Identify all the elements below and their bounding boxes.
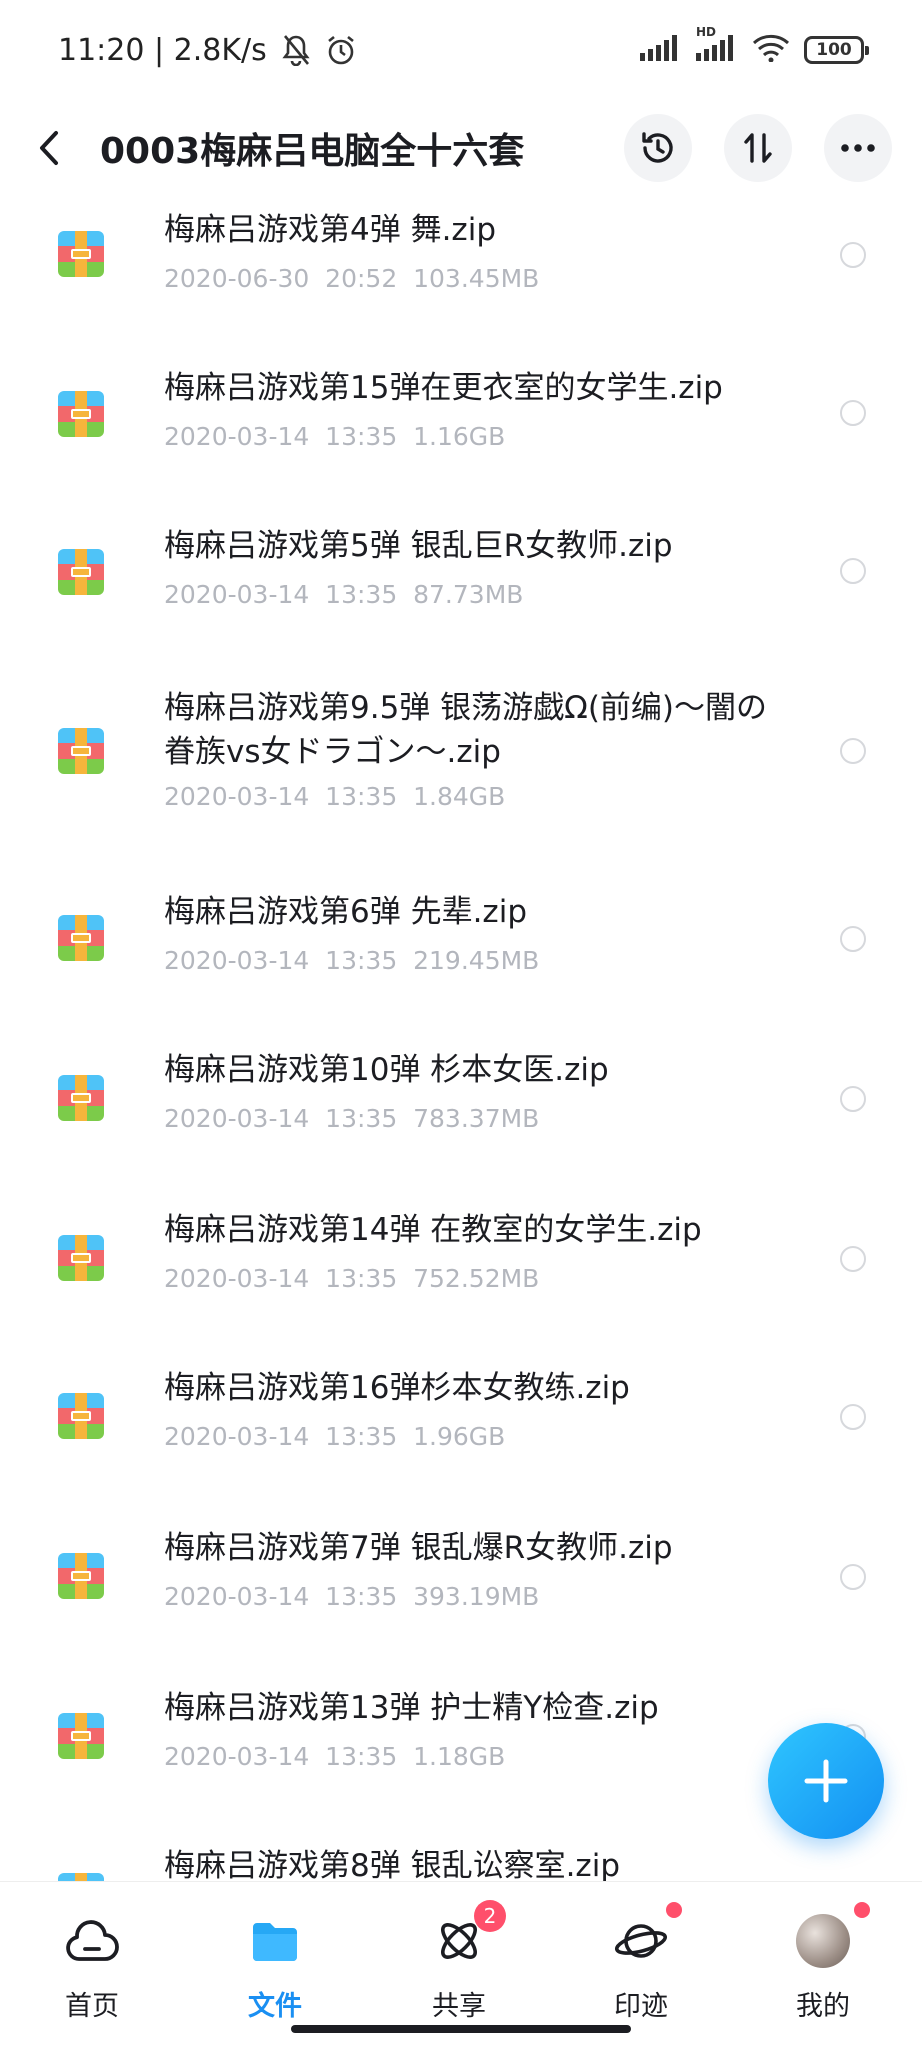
file-name: 梅麻吕游戏第13弹 护士精Y检查.zip [164, 1690, 659, 1726]
page-title: 0003梅麻吕电脑全十六套 [100, 131, 525, 172]
zip-file-icon [58, 728, 104, 774]
add-button[interactable] [768, 1723, 884, 1839]
file-meta: 2020-06-30 20:52 103.45MB [164, 264, 540, 293]
zip-file-icon [58, 1873, 104, 1881]
select-checkbox[interactable] [840, 558, 866, 584]
nav-label-share: 共享 [432, 1991, 486, 2022]
history-button[interactable] [624, 114, 692, 182]
zip-file-icon [58, 391, 104, 437]
share-badge: 2 [474, 1900, 506, 1932]
select-checkbox[interactable] [840, 1564, 866, 1590]
file-name: 梅麻吕游戏第16弹杉本女教练.zip [164, 1370, 630, 1406]
nav-label-home: 首页 [65, 1991, 119, 2022]
mute-notification-icon [281, 34, 311, 66]
nav-item-mine[interactable]: 我的 [748, 1882, 898, 2022]
select-checkbox[interactable] [840, 242, 866, 268]
header: 0003梅麻吕电脑全十六套 [0, 100, 922, 196]
select-checkbox[interactable] [840, 400, 866, 426]
select-checkbox[interactable] [840, 1086, 866, 1112]
file-name: 梅麻吕游戏第5弹 银乱巨R女教师.zip [164, 528, 673, 564]
more-icon [841, 144, 875, 152]
trace-notification-dot [666, 1902, 682, 1918]
network-label: HD [696, 25, 717, 39]
file-row[interactable]: 梅麻吕游戏第9.5弹 银荡游戯Ω(前编)～闇の眷族vs女ドラゴン～.zip 20… [0, 670, 922, 872]
mine-notification-dot [854, 1902, 870, 1918]
zip-file-icon [58, 549, 104, 595]
avatar-image [796, 1914, 850, 1968]
avatar [794, 1912, 852, 1970]
plus-icon [804, 1759, 848, 1803]
more-button[interactable] [824, 114, 892, 182]
home-indicator[interactable] [291, 2025, 631, 2033]
sort-icon [744, 133, 772, 163]
file-meta: 2020-03-14 13:35 1.18GB [164, 1742, 506, 1771]
bottom-nav: 首页 文件 2 共享 印迹 我的 [0, 1881, 922, 2048]
file-row[interactable]: 梅麻吕游戏第16弹杉本女教练.zip 2020-03-14 13:35 1.96… [0, 1346, 922, 1504]
file-row[interactable]: 梅麻吕游戏第5弹 银乱巨R女教师.zip 2020-03-14 13:35 87… [0, 512, 922, 670]
file-name: 梅麻吕游戏第15弹在更衣室的女学生.zip [164, 370, 723, 406]
file-meta: 2020-03-14 13:35 87.73MB [164, 580, 524, 609]
nav-item-share[interactable]: 2 共享 [384, 1882, 534, 2022]
file-row[interactable]: 梅麻吕游戏第6弹 先辈.zip 2020-03-14 13:35 219.45M… [0, 872, 922, 1030]
zip-file-icon [58, 1235, 104, 1281]
zip-file-icon [58, 1075, 104, 1121]
alarm-icon [325, 34, 357, 66]
zip-file-icon [58, 915, 104, 961]
file-name: 梅麻吕游戏第4弹 舞.zip [164, 212, 496, 248]
signal-icon [640, 35, 682, 65]
file-name: 梅麻吕游戏第14弹 在教室的女学生.zip [164, 1212, 702, 1248]
file-meta: 2020-03-14 13:35 752.52MB [164, 1264, 540, 1293]
battery-icon: 100 [804, 36, 869, 64]
wifi-icon [752, 34, 790, 66]
back-button[interactable] [38, 118, 78, 178]
nav-label-trace: 印迹 [614, 1991, 668, 2022]
file-list: 梅麻吕游戏第4弹 舞.zip 2020-06-30 20:52 103.45MB… [0, 196, 922, 1881]
select-checkbox[interactable] [840, 926, 866, 952]
file-meta: 2020-03-14 13:35 1.16GB [164, 422, 506, 451]
cloud-home-icon [63, 1912, 121, 1970]
file-name: 梅麻吕游戏第8弹 银乱讼察室.zip [164, 1848, 620, 1881]
zip-file-icon [58, 231, 104, 277]
file-row[interactable]: 梅麻吕游戏第4弹 舞.zip 2020-06-30 20:52 103.45MB [0, 196, 922, 354]
hd-signal-icon: HD [696, 25, 738, 65]
zip-file-icon [58, 1553, 104, 1599]
chevron-left-icon [40, 131, 58, 165]
file-row[interactable]: 梅麻吕游戏第8弹 银乱讼察室.zip [0, 1820, 922, 1881]
nav-item-trace[interactable]: 印迹 [566, 1882, 716, 2022]
file-meta: 2020-03-14 13:35 219.45MB [164, 946, 540, 975]
nav-label-mine: 我的 [796, 1991, 850, 2022]
nav-item-home[interactable]: 首页 [17, 1882, 167, 2022]
history-icon [642, 132, 673, 163]
file-row[interactable]: 梅麻吕游戏第10弹 杉本女医.zip 2020-03-14 13:35 783.… [0, 1030, 922, 1188]
nav-label-files: 文件 [248, 1991, 302, 2022]
file-row[interactable]: 梅麻吕游戏第7弹 银乱爆R女教师.zip 2020-03-14 13:35 39… [0, 1504, 922, 1662]
screen: 11:20 | 2.8K/s HD 100 0003梅麻吕电脑全十六套 梅麻吕游… [0, 0, 922, 2048]
file-name: 梅麻吕游戏第10弹 杉本女医.zip [164, 1052, 609, 1088]
battery-level: 100 [816, 40, 852, 60]
nav-item-files[interactable]: 文件 [200, 1882, 350, 2022]
status-bar: 11:20 | 2.8K/s HD 100 [0, 0, 922, 100]
sort-button[interactable] [724, 114, 792, 182]
file-row[interactable]: 梅麻吕游戏第15弹在更衣室的女学生.zip 2020-03-14 13:35 1… [0, 354, 922, 512]
file-name: 梅麻吕游戏第6弹 先辈.zip [164, 894, 527, 930]
zip-file-icon [58, 1713, 104, 1759]
folder-icon [246, 1912, 304, 1970]
file-name: 梅麻吕游戏第9.5弹 银荡游戯Ω(前编)～闇の眷族vs女ドラゴン～.zip [164, 690, 768, 770]
zip-file-icon [58, 1393, 104, 1439]
file-meta: 2020-03-14 13:35 783.37MB [164, 1104, 540, 1133]
select-checkbox[interactable] [840, 1246, 866, 1272]
planet-icon [612, 1912, 670, 1970]
status-time-speed: 11:20 | 2.8K/s [58, 32, 267, 68]
file-row[interactable]: 梅麻吕游戏第14弹 在教室的女学生.zip 2020-03-14 13:35 7… [0, 1188, 922, 1346]
select-checkbox[interactable] [840, 1404, 866, 1430]
file-meta: 2020-03-14 13:35 1.96GB [164, 1422, 506, 1451]
file-meta: 2020-03-14 13:35 1.84GB [164, 782, 506, 811]
file-name: 梅麻吕游戏第7弹 银乱爆R女教师.zip [164, 1530, 673, 1566]
select-checkbox[interactable] [840, 738, 866, 764]
file-meta: 2020-03-14 13:35 393.19MB [164, 1582, 540, 1611]
